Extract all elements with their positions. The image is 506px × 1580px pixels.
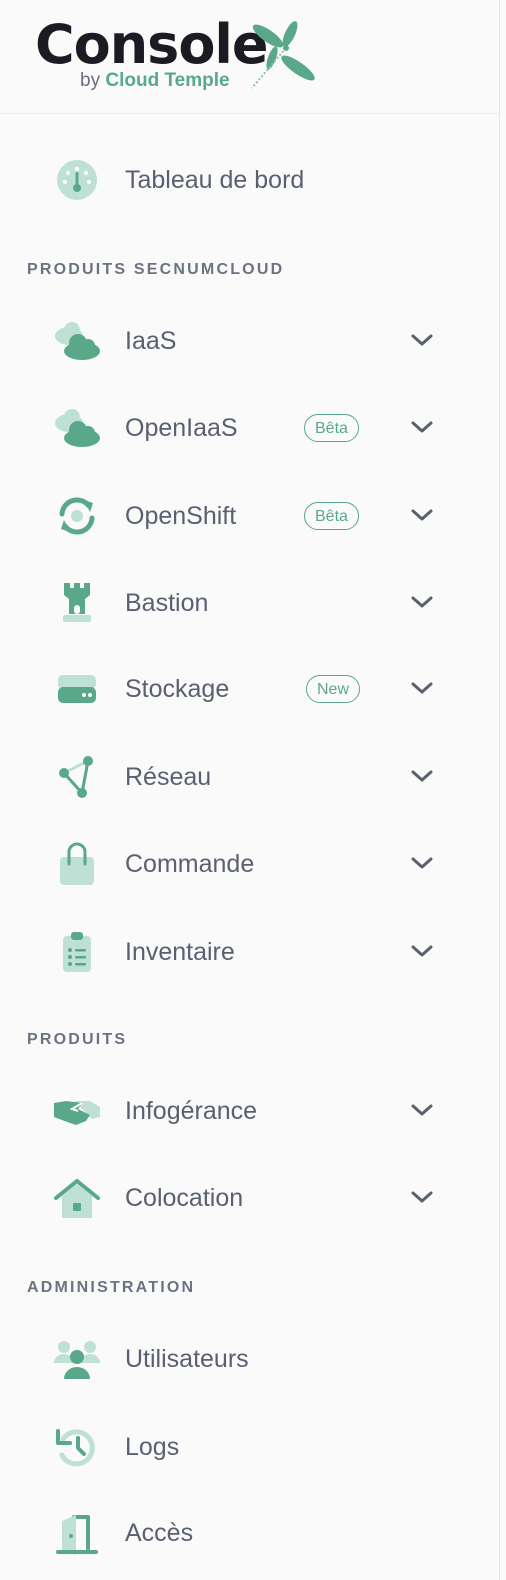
- section-heading: ADMINISTRATION: [27, 1279, 196, 1296]
- nav-label: Tableau de bord: [125, 166, 305, 194]
- bag-icon: [60, 842, 94, 885]
- beta-badge: Bêta: [304, 502, 359, 530]
- nav-item-openiaas[interactable]: OpenIaaS Bêta: [40, 398, 460, 458]
- history-icon: [56, 1429, 95, 1467]
- logo-company: Cloud Temple: [105, 70, 230, 91]
- chevron-down-icon[interactable]: [410, 1102, 434, 1118]
- storage-icon: [58, 675, 96, 703]
- tower-icon: [63, 583, 91, 622]
- section-heading: PRODUITS: [27, 1031, 128, 1048]
- nav-item-colocation[interactable]: Colocation: [40, 1168, 460, 1228]
- nav-item-bastion[interactable]: Bastion: [40, 573, 460, 633]
- refresh-icon: [59, 497, 95, 535]
- nav-label: IaaS: [125, 327, 177, 355]
- nav-label: Inventaire: [125, 938, 235, 966]
- nav-item-commande[interactable]: Commande: [40, 834, 460, 894]
- nav-label: Colocation: [125, 1184, 244, 1212]
- gauge-icon: [57, 160, 97, 200]
- chevron-down-icon[interactable]: [410, 1189, 434, 1205]
- cloud-icon: [55, 322, 100, 360]
- nav-label: Accès: [125, 1519, 194, 1547]
- nav-item-utilisateurs[interactable]: Utilisateurs: [40, 1329, 460, 1389]
- nav-label: Réseau: [125, 763, 212, 791]
- sidebar: Console by Cloud Temple Tableau de bord …: [0, 0, 500, 1580]
- logo-wordmark: Console: [35, 13, 269, 76]
- beta-badge: Bêta: [304, 414, 359, 442]
- nav-label: OpenIaaS: [125, 414, 238, 442]
- nav-label: OpenShift: [125, 502, 237, 530]
- nav-item-openshift[interactable]: OpenShift Bêta: [40, 486, 460, 546]
- users-icon: [54, 1341, 100, 1379]
- chevron-down-icon[interactable]: [410, 419, 434, 435]
- nav-item-logs[interactable]: Logs: [40, 1417, 460, 1477]
- nav-item-iaas[interactable]: IaaS: [40, 311, 460, 371]
- chevron-down-icon[interactable]: [410, 855, 434, 871]
- clipboard-icon: [63, 932, 91, 972]
- cloud-icon: [55, 409, 100, 447]
- nav-item-infogerance[interactable]: Infogérance: [40, 1081, 460, 1141]
- logo-tagline: by Cloud Temple: [80, 70, 230, 92]
- nav-label: Logs: [125, 1433, 180, 1461]
- chevron-down-icon[interactable]: [410, 507, 434, 523]
- logo-by-text: by: [80, 70, 101, 91]
- door-icon: [56, 1515, 98, 1555]
- nav-label: Bastion: [125, 589, 209, 617]
- nav-label: Stockage: [125, 675, 230, 703]
- nav-item-acces[interactable]: Accès: [40, 1503, 460, 1563]
- logo[interactable]: Console by Cloud Temple: [0, 0, 499, 114]
- handshake-icon: [54, 1101, 100, 1125]
- chevron-down-icon[interactable]: [410, 680, 434, 696]
- nav-label: Commande: [125, 850, 255, 878]
- house-icon: [54, 1179, 100, 1218]
- chevron-down-icon[interactable]: [410, 943, 434, 959]
- chevron-down-icon[interactable]: [410, 768, 434, 784]
- network-icon: [59, 756, 93, 798]
- nav-item-inventaire[interactable]: Inventaire: [40, 922, 460, 982]
- section-heading: PRODUITS SECNUMCLOUD: [27, 261, 285, 278]
- new-badge: New: [306, 675, 361, 703]
- nav-label: Infogérance: [125, 1097, 258, 1125]
- nav-item-reseau[interactable]: Réseau: [40, 747, 460, 807]
- nav-label: Utilisateurs: [125, 1345, 249, 1373]
- dragonfly-logo-icon: [251, 21, 315, 89]
- nav-item-dashboard[interactable]: Tableau de bord: [40, 150, 460, 210]
- chevron-down-icon[interactable]: [410, 332, 434, 348]
- nav-item-stockage[interactable]: Stockage New: [40, 659, 460, 719]
- chevron-down-icon[interactable]: [410, 594, 434, 610]
